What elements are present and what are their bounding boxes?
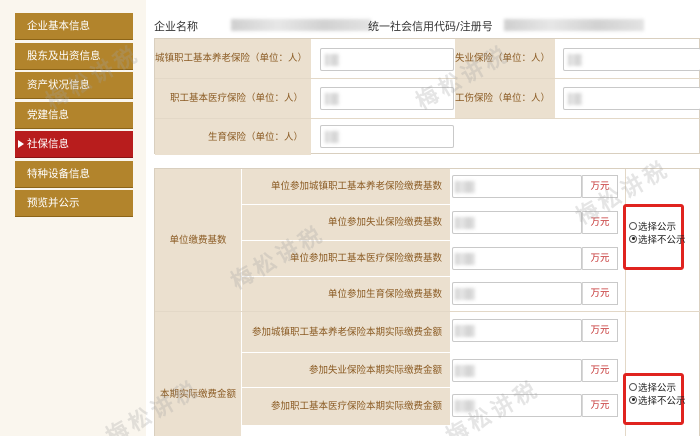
masked-value [455,288,475,300]
contribution-base-group-label: 单位缴费基数 [155,169,241,311]
masked-value [455,365,475,377]
sidebar-item-party[interactable]: 党建信息 [15,102,133,129]
actual-unemployment-unit: 万元 [582,359,618,382]
masked-value [455,181,475,193]
work-injury-count-input[interactable] [563,87,700,110]
base-pension-unit: 万元 [582,175,618,198]
actual-not-publish-option[interactable]: 选择不公示 [629,393,686,407]
actual-payment-group-label: 本期实际缴费金额 [155,311,241,436]
sidebar-item-assets[interactable]: 资产状况信息 [15,72,133,99]
unemployment-count-input[interactable] [563,48,700,71]
publish-label: 选择公示 [638,221,677,233]
medical-count-input[interactable] [320,87,454,110]
urban-pension-count-input[interactable] [320,48,454,71]
base-maternity-unit: 万元 [582,282,618,305]
base-publish-options: 选择公示 选择不公示 [623,204,686,270]
actual-row-medical-label: 参加职工基本医疗保险本期实际缴费金额 [242,388,450,425]
credit-code-label: 统一社会信用代码/注册号 [368,20,493,33]
base-unemployment-unit: 万元 [582,211,618,234]
masked-value [455,325,475,337]
sidebar-item-shareholders[interactable]: 股东及出资信息 [15,43,133,70]
company-name-value [231,19,371,31]
company-name-label: 企业名称 [154,20,198,33]
masked-value [455,400,475,412]
masked-value [568,54,582,66]
sidebar: 企业基本信息 股东及出资信息 资产状况信息 党建信息 社保信息 特种设备信息 预… [0,0,146,436]
not-publish-label: 选择不公示 [638,234,686,246]
base-row-medical-label: 单位参加职工基本医疗保险缴费基数 [242,241,450,276]
sidebar-item-social-security[interactable]: 社保信息 [15,131,133,158]
base-medical-unit: 万元 [582,247,618,270]
base-row-maternity-label: 单位参加生育保险缴费基数 [242,277,450,311]
masked-value [325,93,339,105]
sidebar-item-special-equipment[interactable]: 特种设备信息 [15,161,133,188]
actual-row-pension-label: 参加城镇职工基本养老保险本期实际缴费金额 [242,312,450,352]
base-not-publish-option[interactable]: 选择不公示 [629,232,686,246]
masked-value [325,54,339,66]
radio-selected-icon[interactable] [629,395,637,404]
insured-count-table: 城镇职工基本养老保险（单位：人） 失业保险（单位：人） 职工基本医疗保险（单位：… [154,38,700,155]
radio-selected-icon[interactable] [629,234,637,243]
maternity-count-input[interactable] [320,125,454,148]
masked-value [455,253,475,265]
sidebar-item-preview-publish[interactable]: 预览并公示 [15,190,133,217]
masked-value [568,93,582,105]
actual-publish-options: 选择公示 选择不公示 [623,373,686,425]
contribution-table: 单位缴费基数 本期实际缴费金额 单位参加城镇职工基本养老保险缴费基数 单位参加失… [154,168,700,436]
credit-code-value [504,19,644,31]
medical-count-label: 职工基本医疗保险（单位：人） [155,79,311,118]
actual-row-unemployment-label: 参加失业保险本期实际缴费金额 [242,353,450,387]
base-publish-option[interactable]: 选择公示 [629,219,678,233]
urban-pension-count-label: 城镇职工基本养老保险（单位：人） [155,39,311,78]
sidebar-item-basic-info[interactable]: 企业基本信息 [15,13,133,40]
publish-label: 选择公示 [638,382,677,394]
masked-value [325,131,339,143]
actual-medical-unit: 万元 [582,394,618,417]
actual-publish-option[interactable]: 选择公示 [629,380,678,394]
masked-value [455,217,475,229]
base-row-pension-label: 单位参加城镇职工基本养老保险缴费基数 [242,169,450,204]
work-injury-count-label: 工伤保险（单位：人） [455,79,555,118]
not-publish-label: 选择不公示 [638,395,686,407]
radio-icon[interactable] [629,221,637,230]
maternity-count-label: 生育保险（单位：人） [155,119,311,155]
main-content: 企业名称 统一社会信用代码/注册号 城镇职工基本养老保险（单位：人） 失业保险（… [146,0,700,436]
unemployment-count-label: 失业保险（单位：人） [455,39,555,78]
radio-icon[interactable] [629,382,637,391]
actual-pension-unit: 万元 [582,319,618,342]
base-row-unemployment-label: 单位参加失业保险缴费基数 [242,205,450,240]
